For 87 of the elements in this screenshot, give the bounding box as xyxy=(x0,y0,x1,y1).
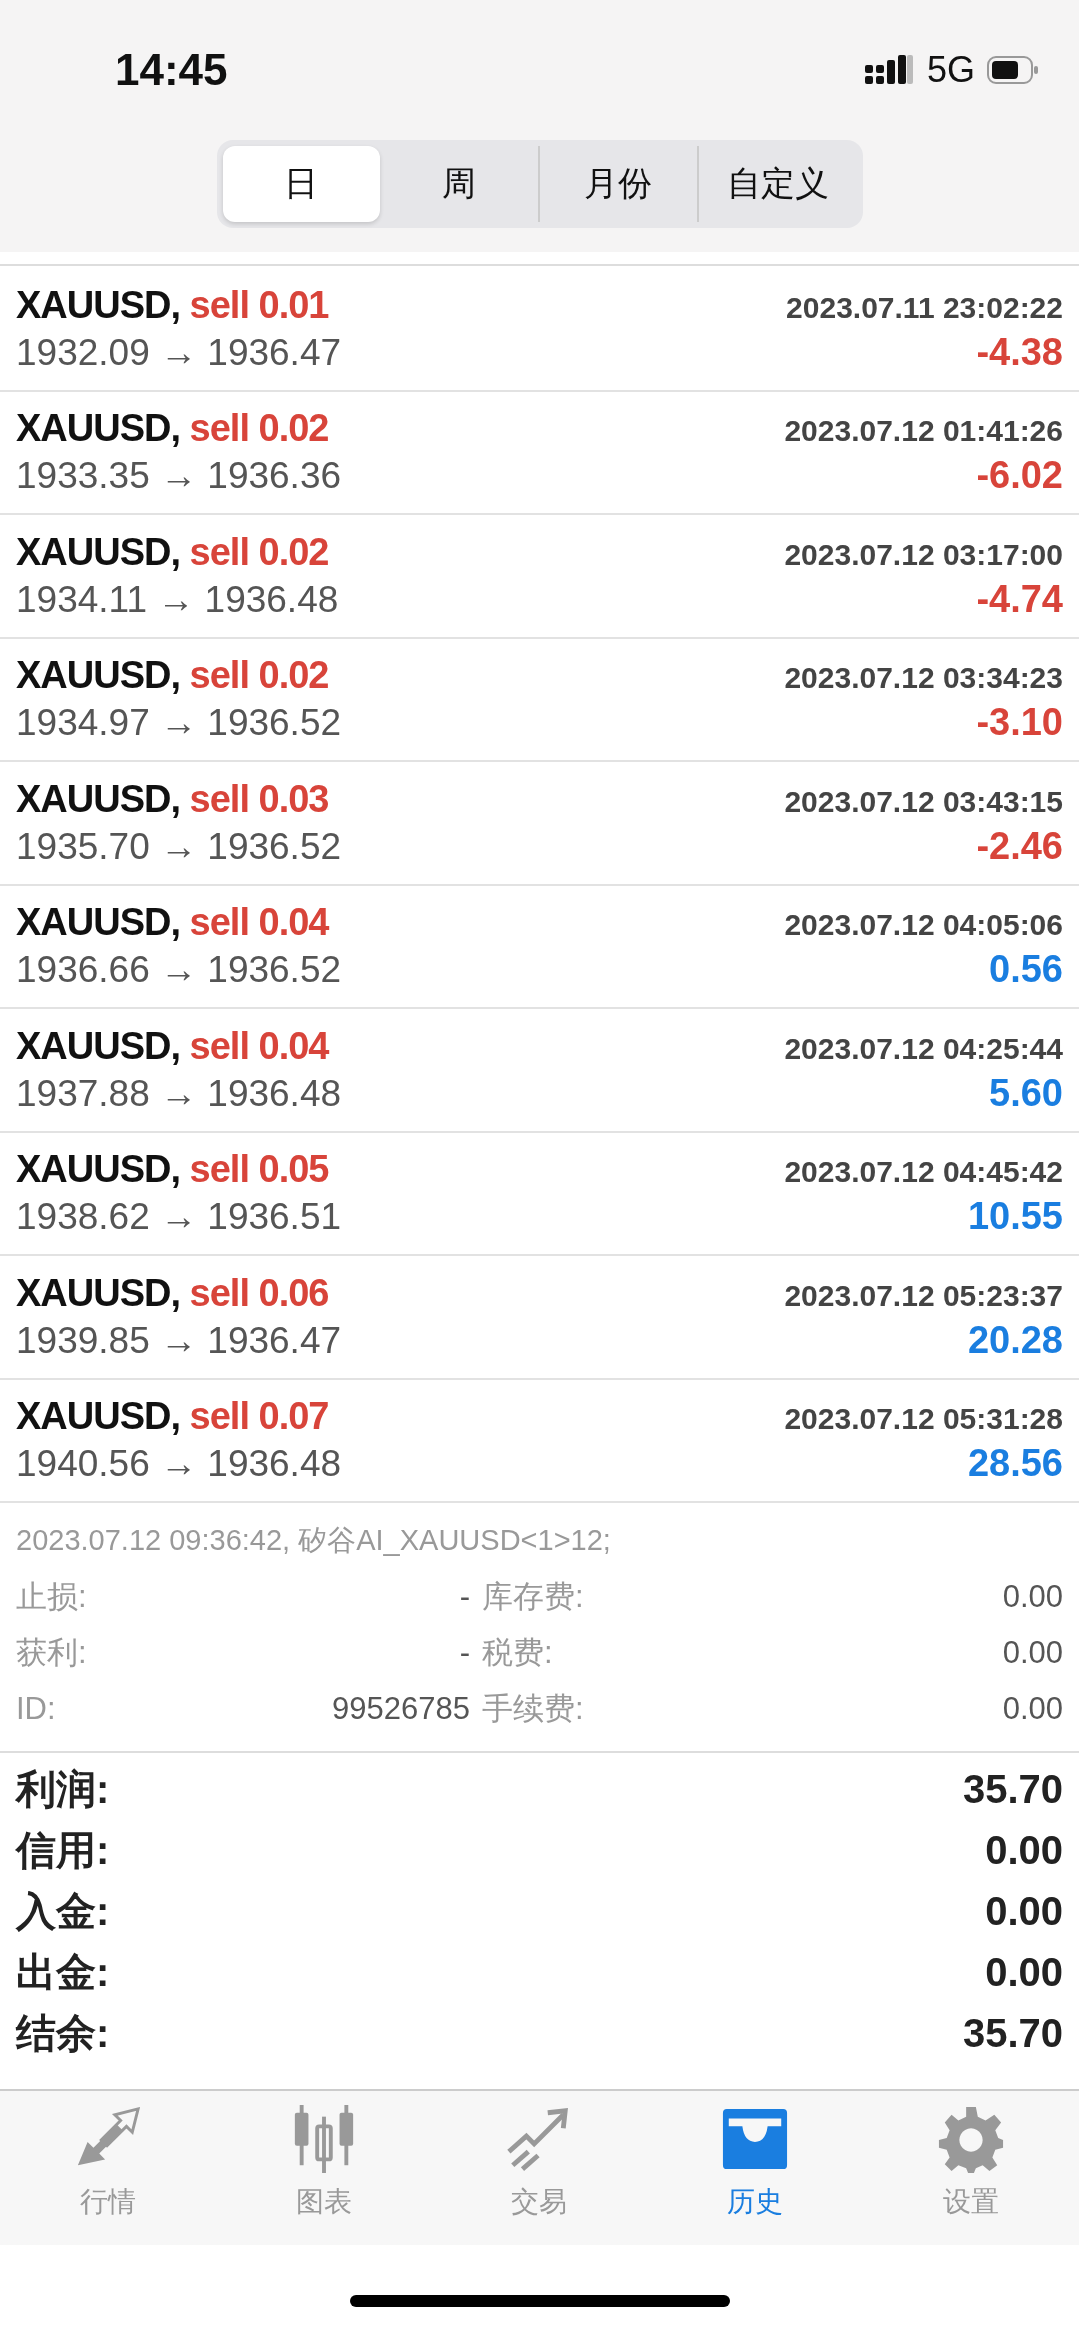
trade-time: 2023.07.12 04:05:06 xyxy=(784,908,1063,943)
trade-time: 2023.07.12 05:31:28 xyxy=(784,1402,1063,1437)
trade-profit: -4.38 xyxy=(976,330,1063,374)
trade-prices: 1937.88 → 1936.48 xyxy=(16,1072,342,1115)
trade-prices: 1940.56 → 1936.48 xyxy=(16,1443,342,1486)
trade-profit: -6.02 xyxy=(976,454,1063,498)
trade-prices: 1935.70 → 1936.52 xyxy=(16,825,342,868)
nav-tab[interactable]: 历史 xyxy=(675,2105,836,2245)
summary-value: 0.00 xyxy=(985,1828,1063,1873)
trade-profit: 5.60 xyxy=(989,1071,1063,1115)
summary-value: 35.70 xyxy=(962,2011,1063,2056)
trade-symbol: XAUUSD, xyxy=(16,1024,181,1067)
detail-label: 获利: xyxy=(16,1634,88,1672)
summary-label: 信用: xyxy=(16,1827,110,1874)
trade-time: 2023.07.12 04:25:44 xyxy=(784,1031,1063,1066)
trade-symbol: XAUUSD, xyxy=(16,1148,181,1191)
trade-time: 2023.07.12 03:34:23 xyxy=(784,661,1063,696)
trade-time: 2023.07.12 04:45:42 xyxy=(784,1155,1063,1190)
detail-value: - xyxy=(458,1635,470,1671)
trade-symbol: XAUUSD, xyxy=(16,1395,181,1438)
summary-label: 利润: xyxy=(16,1766,110,1813)
trade-prices: 1933.35 → 1936.36 xyxy=(16,455,342,498)
trade-profit: 20.28 xyxy=(967,1318,1063,1362)
trade-symbol: XAUUSD, xyxy=(16,1271,181,1314)
network-label: 5G xyxy=(926,49,975,91)
trade-side: sell 0.02 xyxy=(189,530,329,573)
period-tab[interactable]: 自定义 xyxy=(697,146,857,222)
trade-prices: 1932.09 → 1936.47 xyxy=(16,331,342,374)
trade-prices: 1934.11 → 1936.48 xyxy=(16,578,339,621)
nav-tab[interactable]: 行情 xyxy=(27,2105,188,2245)
trade-symbol: XAUUSD, xyxy=(16,407,181,450)
trade-profit: 0.56 xyxy=(989,948,1063,992)
clock: 14:45 xyxy=(115,45,228,95)
trade-time: 2023.07.12 03:17:00 xyxy=(784,537,1063,572)
trade-profit: -3.10 xyxy=(976,701,1063,745)
trade-time: 2023.07.11 23:02:22 xyxy=(786,290,1063,325)
period-tab[interactable]: 周 xyxy=(380,146,538,222)
summary-value: 35.70 xyxy=(962,1767,1063,1812)
summary-label: 结余: xyxy=(16,2010,110,2057)
nav-tab[interactable]: 交易 xyxy=(459,2105,620,2245)
trade-side: sell 0.03 xyxy=(189,777,329,820)
detail-value: 99526785 xyxy=(331,1691,470,1727)
trade-prices: 1934.97 → 1936.52 xyxy=(16,702,342,745)
trade-prices: 1938.62 → 1936.51 xyxy=(16,1196,342,1239)
summary-value: 0.00 xyxy=(985,1889,1063,1934)
trade-symbol: XAUUSD, xyxy=(16,654,181,697)
summary-label: 入金: xyxy=(16,1888,110,1935)
trade-symbol: XAUUSD, xyxy=(16,283,181,326)
trade-side: sell 0.02 xyxy=(189,407,329,450)
trade-profit: 28.56 xyxy=(967,1442,1063,1486)
order-comment: 2023.07.12 09:36:42, 矽谷AI_XAUUSD<1>12; xyxy=(15,1523,612,1558)
trade-symbol: XAUUSD, xyxy=(16,530,181,573)
trade-profit: 10.55 xyxy=(967,1195,1063,1239)
trade-time: 2023.07.12 05:23:37 xyxy=(784,1278,1063,1313)
trade-side: sell 0.02 xyxy=(189,654,329,697)
trade-side: sell 0.04 xyxy=(189,1024,329,1067)
detail-label: 止损: xyxy=(16,1578,88,1616)
detail-value: 0.00 xyxy=(1001,1691,1063,1727)
trade-symbol: XAUUSD, xyxy=(16,901,181,944)
trade-side: sell 0.06 xyxy=(189,1271,329,1314)
detail-label: ID: xyxy=(16,1691,57,1727)
trade-symbol: XAUUSD, xyxy=(16,777,181,820)
trade-profit: -2.46 xyxy=(976,824,1063,868)
nav-tab[interactable]: 图表 xyxy=(243,2105,404,2245)
nav-tab[interactable]: 设置 xyxy=(891,2105,1052,2245)
period-tab[interactable]: 月份 xyxy=(537,146,697,222)
trade-time: 2023.07.12 03:43:15 xyxy=(784,784,1063,819)
signal-icon xyxy=(864,55,915,85)
trade-side: sell 0.04 xyxy=(189,901,329,944)
trade-prices: 1939.85 → 1936.47 xyxy=(16,1319,342,1362)
detail-value: 0.00 xyxy=(1001,1635,1063,1671)
detail-label: 手续费: xyxy=(482,1690,585,1728)
summary-label: 出金: xyxy=(16,1949,110,1996)
detail-value: - xyxy=(458,1579,470,1615)
detail-label: 税费: xyxy=(482,1634,554,1672)
trade-profit: -4.74 xyxy=(976,577,1063,621)
summary-value: 0.00 xyxy=(985,1950,1063,1995)
detail-label: 库存费: xyxy=(482,1578,585,1616)
period-tab[interactable]: 日 xyxy=(222,146,380,222)
settings-icon xyxy=(937,2105,1006,2173)
detail-value: 0.00 xyxy=(1001,1579,1063,1615)
trade-prices: 1936.66 → 1936.52 xyxy=(16,949,342,992)
battery-icon xyxy=(987,56,1039,84)
trade-side: sell 0.05 xyxy=(189,1148,329,1191)
trade-side: sell 0.01 xyxy=(189,283,329,326)
trade-time: 2023.07.12 01:41:26 xyxy=(784,414,1063,449)
trade-side: sell 0.07 xyxy=(189,1395,329,1438)
